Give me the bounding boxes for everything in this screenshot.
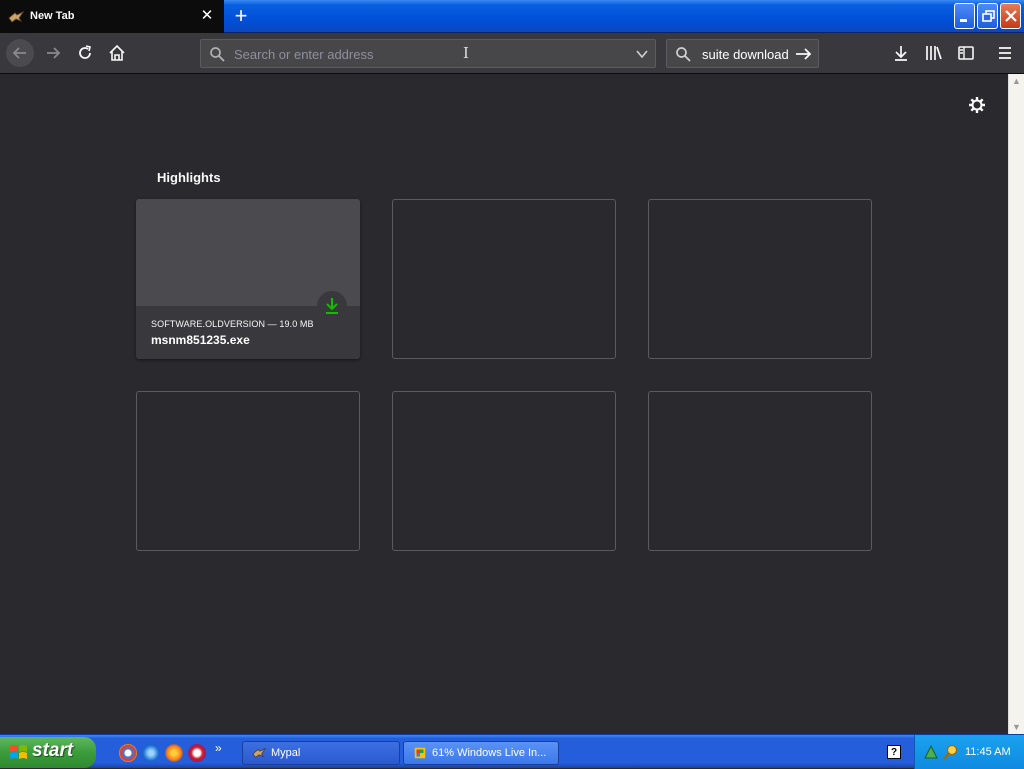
- close-window-button[interactable]: [1000, 3, 1021, 29]
- windows-installer-icon: [414, 747, 426, 759]
- minimize-icon: [960, 19, 967, 22]
- chrome-icon[interactable]: [119, 744, 137, 762]
- chevron-down-icon[interactable]: [635, 47, 649, 61]
- start-button[interactable]: start: [0, 737, 96, 768]
- back-button[interactable]: [6, 39, 34, 67]
- menu-icon[interactable]: [996, 44, 1014, 62]
- highlights-heading: Highlights: [157, 170, 221, 185]
- library-icon[interactable]: [925, 44, 943, 62]
- text-cursor-icon: I: [463, 44, 469, 62]
- search-icon: [210, 47, 225, 62]
- highlight-placeholder: [136, 391, 360, 551]
- reload-icon: [79, 45, 91, 59]
- navigation-toolbar: Search or enter address I suite download: [0, 33, 1024, 74]
- search-bar[interactable]: suite download: [666, 39, 819, 68]
- restore-button[interactable]: [977, 3, 998, 29]
- new-tab-button[interactable]: +: [231, 5, 251, 27]
- address-placeholder: Search or enter address: [234, 47, 374, 62]
- tab-title: New Tab: [30, 10, 75, 22]
- highlight-placeholder: [392, 391, 616, 551]
- taskbar-item-mypal[interactable]: Mypal: [242, 741, 400, 765]
- minimize-button[interactable]: [954, 3, 975, 29]
- home-button[interactable]: [103, 39, 131, 67]
- card-source: SOFTWARE.OLDVERSION — 19.0 MB: [151, 319, 314, 329]
- windows-logo-icon: [10, 745, 27, 759]
- reload-button[interactable]: [71, 39, 99, 67]
- gear-icon[interactable]: [966, 94, 988, 116]
- new-tab-page: Highlights SOFTWARE.OLDVERSION — 19.0 MB…: [0, 74, 1008, 734]
- scroll-down-icon[interactable]: ▼: [1012, 722, 1021, 732]
- quicklaunch-overflow[interactable]: »: [215, 741, 222, 755]
- internet-explorer-icon[interactable]: [142, 744, 160, 762]
- close-tab-icon[interactable]: ✕: [199, 7, 215, 25]
- download-badge: [317, 291, 347, 321]
- taskbar-item-label: 61% Windows Live In...: [432, 747, 547, 759]
- close-icon: [1005, 10, 1017, 22]
- highlight-placeholder: [648, 199, 872, 359]
- card-thumbnail: [136, 199, 360, 306]
- opera-icon[interactable]: [188, 744, 206, 762]
- network-icon[interactable]: [923, 744, 939, 760]
- highlight-placeholder: [392, 199, 616, 359]
- vertical-scrollbar[interactable]: ▲ ▼: [1008, 74, 1024, 734]
- taskbar-item-windows-live[interactable]: 61% Windows Live In...: [403, 741, 559, 765]
- firefox-icon[interactable]: [165, 744, 183, 762]
- tab-new-tab[interactable]: New Tab ✕: [0, 0, 224, 33]
- highlight-card-download[interactable]: SOFTWARE.OLDVERSION — 19.0 MB msnm851235…: [136, 199, 360, 359]
- mypal-icon: [8, 11, 24, 23]
- search-icon: [676, 47, 691, 62]
- title-bar: New Tab ✕ +: [0, 0, 1024, 33]
- downloads-icon[interactable]: [892, 44, 910, 62]
- restore-icon: [982, 10, 995, 22]
- card-filename: msnm851235.exe: [151, 333, 250, 347]
- forward-arrow-icon: [47, 47, 61, 59]
- help-icon[interactable]: ?: [887, 745, 901, 759]
- sidebar-icon[interactable]: [957, 44, 975, 62]
- taskbar-item-label: Mypal: [271, 747, 301, 759]
- clock: 11:45 AM: [965, 746, 1011, 758]
- home-icon: [109, 44, 125, 61]
- arrow-right-icon[interactable]: [795, 46, 813, 62]
- address-bar[interactable]: Search or enter address I: [200, 39, 656, 68]
- scroll-up-icon[interactable]: ▲: [1012, 76, 1021, 86]
- mypal-icon: [252, 747, 267, 758]
- download-arrow-icon: [326, 298, 338, 314]
- highlight-placeholder: [648, 391, 872, 551]
- forward-button[interactable]: [39, 39, 67, 67]
- search-tray-icon[interactable]: [943, 744, 959, 760]
- system-tray: 11:45 AM: [914, 735, 1024, 769]
- search-query: suite download: [702, 47, 789, 62]
- back-arrow-icon: [12, 47, 26, 59]
- start-label: start: [32, 740, 74, 761]
- taskbar: start » Mypal 61% Windows Live In... ? 1…: [0, 734, 1024, 769]
